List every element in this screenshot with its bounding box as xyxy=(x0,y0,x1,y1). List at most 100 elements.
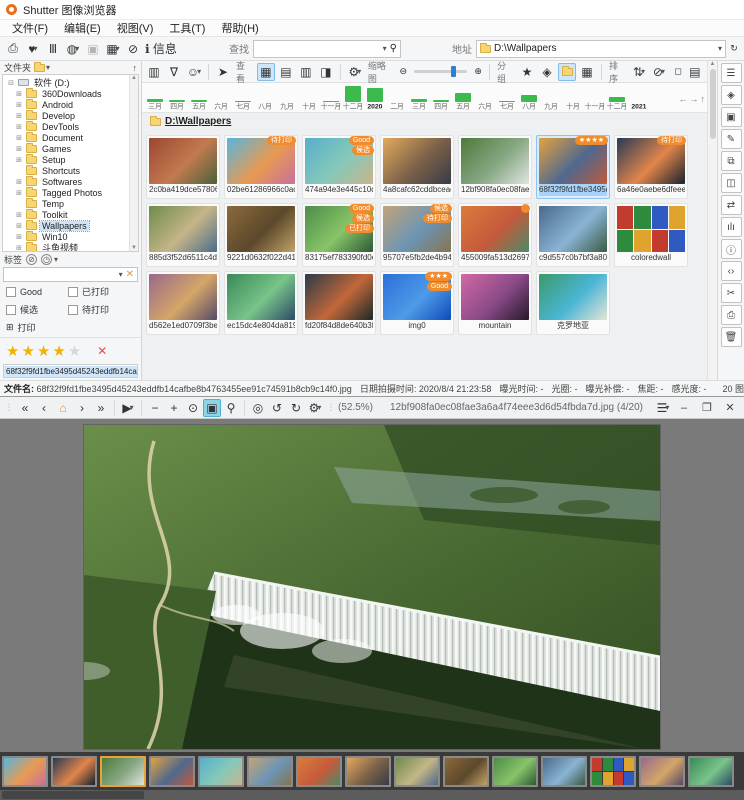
html-export-button[interactable]: ‹› xyxy=(720,261,742,281)
grid-thumbnail[interactable]: 待打印 02be61286966c0ac05... xyxy=(224,135,298,199)
timeline-column[interactable]: 九月 xyxy=(540,83,562,112)
actual-size-button[interactable]: ⊙ xyxy=(184,399,202,417)
expander-icon[interactable]: ⊞ xyxy=(15,134,23,142)
first-image-button[interactable]: « xyxy=(16,399,34,417)
tree-item-DevTools[interactable]: ⊞ DevTools xyxy=(5,120,138,132)
locate-button[interactable]: ◎ xyxy=(249,399,267,417)
picture-view-button[interactable]: ◨ xyxy=(317,63,335,81)
folders-dropdown-icon[interactable]: ▾ xyxy=(46,63,50,72)
filmstrip-thumbnail[interactable] xyxy=(345,755,391,787)
timeline-column[interactable]: 十月 xyxy=(562,83,584,112)
checkbox-icon[interactable] xyxy=(68,304,78,315)
tree-item-360Downloads[interactable]: ⊞ 360Downloads xyxy=(5,87,138,99)
filmstrip-thumbnail[interactable] xyxy=(198,755,244,787)
checkbox-候选[interactable]: 候选 xyxy=(6,303,68,316)
timeline-column[interactable]: 四月 xyxy=(430,83,452,112)
filmstrip-thumbnail[interactable] xyxy=(639,755,685,787)
edit-button[interactable]: ✎ xyxy=(720,129,742,149)
selected-file-list[interactable]: 68f32f9fd1fbe3495d45243eddfb14cafb xyxy=(3,364,138,378)
tag-filter-input[interactable]: ▾ ✕ xyxy=(3,266,138,283)
timeline-column[interactable]: 五月 xyxy=(452,83,474,112)
filmstrip-thumbnail[interactable] xyxy=(296,755,342,787)
restore-button[interactable]: ❐ xyxy=(696,399,718,417)
favorites-icon[interactable]: ♥ ▾ xyxy=(24,40,42,58)
panel-a-icon[interactable]: ◻ xyxy=(672,63,684,81)
tag-slash-icon[interactable]: ⊘ xyxy=(26,253,38,265)
grid-thumbnail[interactable]: Good候选 474a94e3e445c10d2... xyxy=(302,135,376,199)
timeline-column[interactable]: 十月 xyxy=(298,83,320,112)
filmstrip-thumbnail[interactable] xyxy=(590,755,636,787)
columns-icon[interactable]: Ⅲ xyxy=(44,40,62,58)
filmstrip-thumbnail[interactable] xyxy=(443,755,489,787)
expander-icon[interactable]: ⊞ xyxy=(15,211,23,219)
next-image-button[interactable]: › xyxy=(73,399,91,417)
timeline-column[interactable]: 十一月 xyxy=(584,83,606,112)
zoom-in-button[interactable]: + xyxy=(165,399,183,417)
breadcrumb-path[interactable]: D:\Wallpapers xyxy=(165,116,231,127)
menu-item[interactable]: 文件(F) xyxy=(4,20,56,36)
timeline-column[interactable]: 六月 xyxy=(474,83,496,112)
folder-group-icon[interactable] xyxy=(558,62,577,81)
tree-item-Develop[interactable]: ⊞ Develop xyxy=(5,109,138,121)
scrollbar-thumb[interactable] xyxy=(709,69,716,139)
grid-thumbnail[interactable]: ★★★★ 68f32f9fd1fbe3495d4... xyxy=(536,135,610,199)
grid-view-icon[interactable]: ▦ ▾ xyxy=(104,40,122,58)
grid-thumbnail[interactable]: 克罗地亚 xyxy=(536,271,610,335)
list-view-button[interactable]: ▤ xyxy=(277,63,295,81)
timeline-column[interactable]: 四月 xyxy=(166,83,188,112)
timeline-column[interactable]: 三月 xyxy=(144,83,166,112)
filmstrip-thumbnail[interactable] xyxy=(51,755,97,787)
grid-thumbnail[interactable]: coloredwall xyxy=(614,203,688,267)
expander-icon[interactable]: ⊞ xyxy=(15,90,23,98)
expander-icon[interactable]: ⊞ xyxy=(15,178,23,186)
tree-root[interactable]: ⊟ 软件 (D:) xyxy=(5,77,138,88)
close-button[interactable]: ✕ xyxy=(719,399,741,417)
expander-icon[interactable]: ⊞ xyxy=(15,233,23,241)
calendar-icon[interactable]: ▦ xyxy=(578,63,596,81)
scroll-up-icon[interactable]: ▲ xyxy=(131,75,137,81)
checkbox-Good[interactable]: Good xyxy=(6,285,68,298)
address-input[interactable]: D:\Wallpapers ▾ xyxy=(476,39,727,58)
expander-icon[interactable]: ⊞ xyxy=(15,101,23,109)
star-filter-icon[interactable]: ★ xyxy=(518,63,536,81)
zoom-in-icon[interactable]: ⊕ xyxy=(472,63,484,81)
filmstrip-thumbnail[interactable] xyxy=(100,755,146,787)
tree-item-Shortcuts[interactable]: Shortcuts xyxy=(5,164,138,176)
grid-thumbnail[interactable]: d562e1ed0709f3be2... xyxy=(146,271,220,335)
globe-icon[interactable]: ◍ ▾ xyxy=(64,40,82,58)
rotate-right-button[interactable]: ↻ xyxy=(287,399,305,417)
timeline-column[interactable]: 八月 xyxy=(254,83,276,112)
expander-icon[interactable]: ⊟ xyxy=(7,79,15,87)
rating-star-icon[interactable]: ★ xyxy=(37,342,50,360)
print-group[interactable]: ⊞ 打印 xyxy=(0,318,141,339)
grid-thumbnail[interactable]: 待打印 6a46e0aebe6dfeee36... xyxy=(614,135,688,199)
expander-icon[interactable]: ⊞ xyxy=(15,222,23,230)
grid-thumbnail[interactable]: 4a8cafc62cddbceac9... xyxy=(380,135,454,199)
menu-item[interactable]: 帮助(H) xyxy=(213,20,266,36)
filmstrip-thumbnail[interactable] xyxy=(394,755,440,787)
panel-pair-icon[interactable]: ▣ xyxy=(84,40,102,58)
compare-button[interactable]: ⇄ xyxy=(720,195,742,215)
expander-icon[interactable]: ⊞ xyxy=(6,322,14,333)
slider-thumb[interactable] xyxy=(451,66,457,77)
grid-thumbnail[interactable]: 885d3f52d6511c4d40... xyxy=(146,203,220,267)
filmstrip-thumbnail[interactable] xyxy=(541,755,587,787)
expander-icon[interactable]: ⊞ xyxy=(15,123,23,131)
filmstrip-thumbnail[interactable] xyxy=(247,755,293,787)
scroll-down-icon[interactable]: ▼ xyxy=(131,245,137,251)
filmstrip-thumbnail[interactable] xyxy=(688,755,734,787)
print-button[interactable]: ⎙ xyxy=(720,305,742,325)
filmstrip-thumbnail[interactable] xyxy=(149,755,195,787)
histogram-button[interactable]: ılı xyxy=(720,217,742,237)
search-icon[interactable]: ⚲ xyxy=(390,43,397,54)
grid-thumbnail[interactable]: 455009fa513d269748... xyxy=(458,203,532,267)
grid-thumbnail[interactable]: ec15dc4e804da819b... xyxy=(224,271,298,335)
clear-rating-icon[interactable]: ✕ xyxy=(97,344,107,358)
magnifier-button[interactable]: ⚲ xyxy=(222,399,240,417)
last-image-button[interactable]: » xyxy=(92,399,110,417)
expander-icon[interactable]: ⊞ xyxy=(15,244,23,252)
tree-item-Wallpapers[interactable]: ⊞ Wallpapers xyxy=(5,219,138,232)
timeline-column[interactable]: 十二月 xyxy=(342,83,364,112)
preview-panel-button[interactable]: ▣ xyxy=(720,107,742,127)
pin-icon[interactable]: ↑ xyxy=(133,63,138,73)
